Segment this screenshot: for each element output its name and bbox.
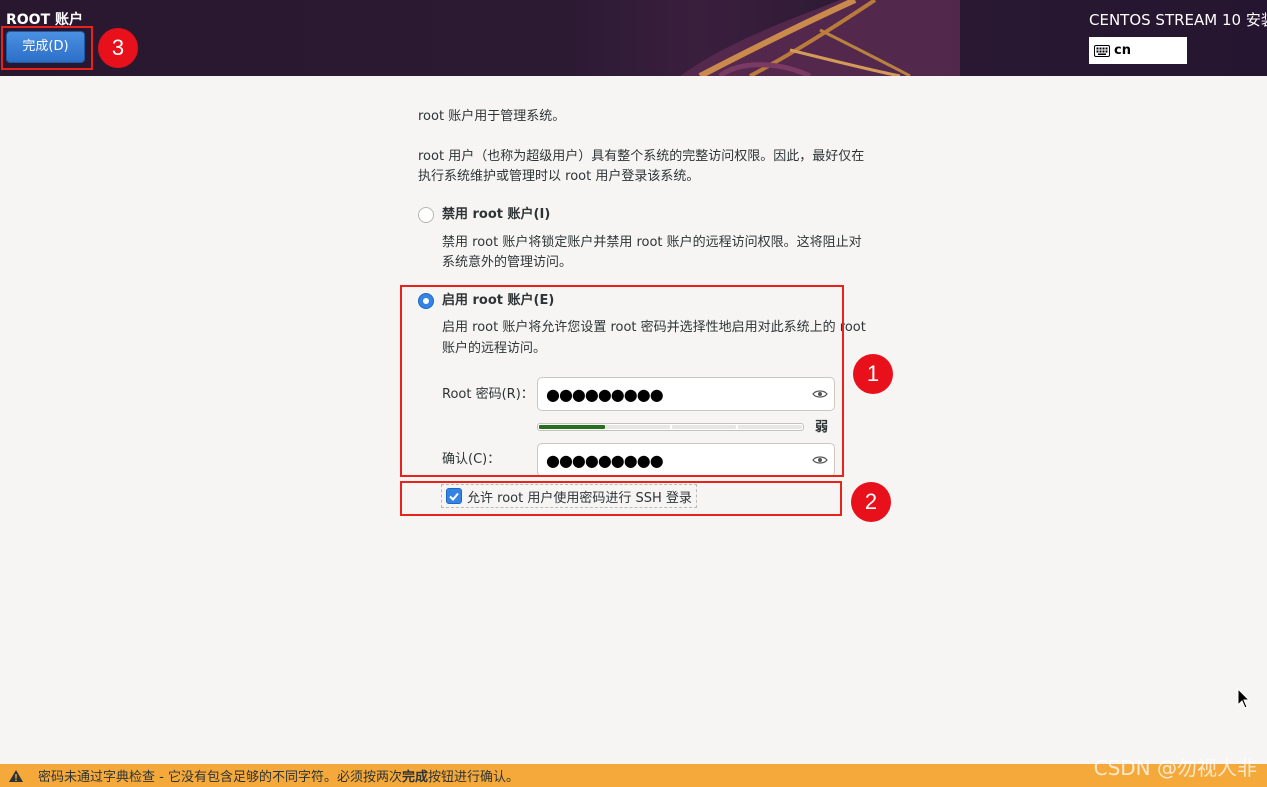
warning-icon [9,769,23,782]
keyboard-layout-label: cn [1114,43,1131,58]
watermark: CSDN @勿视人非 [1093,756,1257,780]
disable-root-desc-line1: 禁用 root 账户将锁定账户并禁用 root 账户的远程访问权限。这将阻止对 [442,235,862,250]
intro-line: root 账户用于管理系统。 [418,109,566,124]
keyboard-icon [1094,44,1110,57]
annotation-box-3 [1,26,93,70]
annotation-badge-1: 1 [853,354,893,394]
disable-root-radio[interactable] [418,207,434,223]
disable-root-desc-line2: 系统意外的管理访问。 [442,255,573,270]
disable-root-label[interactable]: 禁用 root 账户(I) [442,205,550,225]
warning-bar: 密码未通过字典检查 - 它没有包含足够的不同字符。必须按两次完成按钮进行确认。 [0,764,1267,787]
warning-tail-text: 按钮进行确认。 [427,770,519,785]
warning-text: 密码未通过字典检查 - 它没有包含足够的不同字符。必须按两次 [38,770,402,785]
annotation-badge-2: 2 [851,482,891,522]
intro-paragraph-line1: root 用户（也称为超级用户）具有整个系统的完整访问权限。因此，最好仅在 [418,149,865,164]
warning-message: 密码未通过字典检查 - 它没有包含足够的不同字符。必须按两次完成按钮进行确认。 [38,766,519,785]
keyboard-layout-indicator[interactable]: cn [1089,37,1187,64]
warning-bold-text: 完成 [401,770,428,785]
product-title: CENTOS STREAM 10 安装 [1089,11,1267,29]
header-artwork [680,0,960,76]
annotation-box-1 [400,285,844,477]
header-bar: ROOT 账户 完成(D) CENTOS STREAM 10 安装 cn [0,0,1267,76]
mouse-cursor-icon [1237,688,1251,709]
intro-paragraph-line2: 执行系统维护或管理时以 root 用户登录该系统。 [418,169,700,184]
annotation-badge-3: 3 [98,28,138,68]
annotation-box-2 [400,481,842,516]
